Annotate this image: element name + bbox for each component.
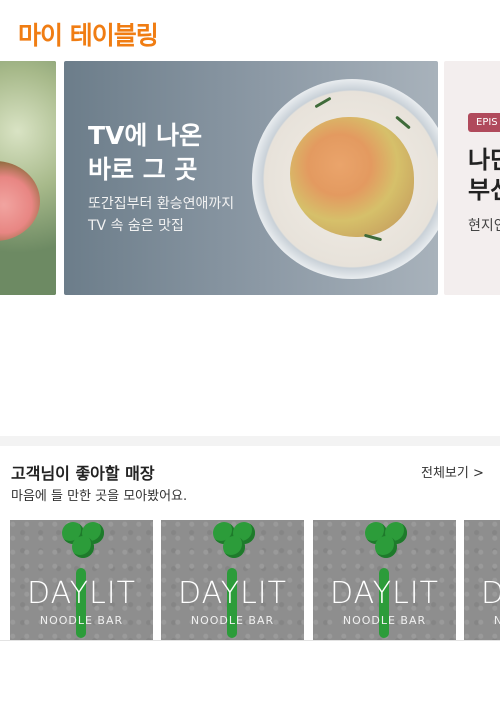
store-brand: DAYLIT	[330, 576, 439, 611]
clover-icon	[72, 536, 94, 558]
store-brand-sub: NOODLE BAR	[493, 614, 500, 627]
store-brand-sub: NOODLE BAR	[39, 614, 124, 627]
section-title: 고객님이 좋아할 매장	[11, 464, 155, 483]
clover-icon	[223, 536, 245, 558]
store-brand-sub: NOODLE BAR	[190, 614, 275, 627]
bottom-bar	[0, 640, 500, 701]
store-brand: DAYLIT	[481, 576, 500, 611]
section-divider	[0, 436, 500, 446]
store-brand: DAYLIT	[27, 576, 136, 611]
banner-carousel[interactable]: TV에 나온 바로 그 곳 또간집부터 환승연애까지 TV 속 숨은 맛집 EP…	[0, 61, 500, 295]
section-subtitle: 마음에 들 만한 곳을 모아봤어요.	[11, 489, 188, 504]
store-card-list[interactable]: DAYLIT NOODLE BAR DAYLIT NOODLE BAR DAYL…	[0, 520, 500, 640]
banner-headline: TV에 나온 바로 그 곳	[88, 121, 203, 184]
store-card[interactable]: DAYLIT NOODLE BAR	[161, 520, 304, 640]
store-card[interactable]: DAYLIT NOODLE BAR	[464, 520, 500, 640]
banner-next-title: 나단 부선	[468, 146, 500, 204]
store-brand: DAYLIT	[178, 576, 287, 611]
store-brand-sub: NOODLE BAR	[342, 614, 427, 627]
clover-icon	[375, 536, 397, 558]
see-all-link[interactable]: 전체보기 >	[421, 462, 484, 481]
banner-slide-previous[interactable]	[0, 61, 56, 295]
episode-badge: EPIS	[468, 113, 500, 132]
app-logo[interactable]: 마이 테이블링	[18, 16, 159, 52]
store-card[interactable]: DAYLIT NOODLE BAR	[313, 520, 456, 640]
store-card[interactable]: DAYLIT NOODLE BAR	[10, 520, 153, 640]
banner-slide-next[interactable]: EPIS 나단 부선 현지인	[444, 61, 500, 295]
banner-slide-tv-restaurants[interactable]: TV에 나온 바로 그 곳 또간집부터 환승연애까지 TV 속 숨은 맛집	[64, 61, 438, 295]
banner-next-subtitle: 현지인	[468, 218, 500, 234]
banner-subline: 또간집부터 환승연애까지 TV 속 숨은 맛집	[88, 196, 235, 234]
